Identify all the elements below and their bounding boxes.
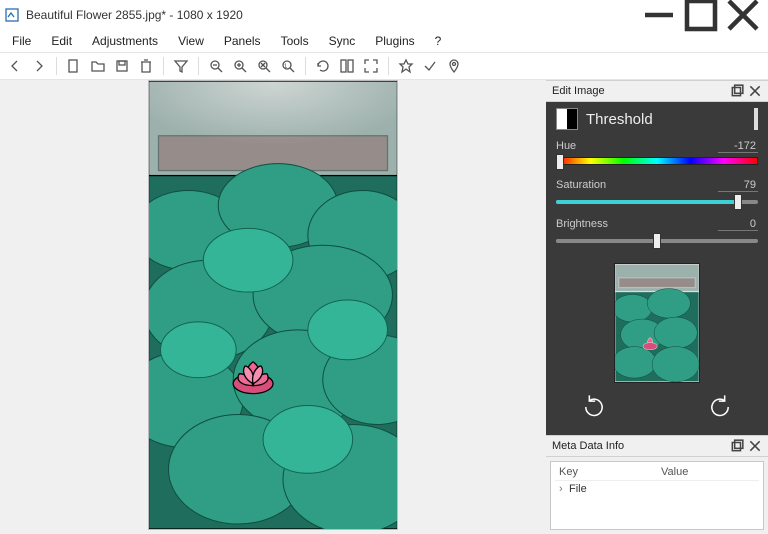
meta-data-panel-header: Meta Data Info <box>546 435 768 457</box>
menu-tools[interactable]: Tools <box>271 32 319 50</box>
meta-data-panel-title: Meta Data Info <box>552 440 726 452</box>
brightness-slider[interactable] <box>556 235 758 249</box>
saturation-control: Saturation 79 <box>556 179 758 210</box>
menu-edit[interactable]: Edit <box>41 32 82 50</box>
zoom-fit-icon[interactable] <box>255 57 273 75</box>
filter-icon[interactable] <box>172 57 190 75</box>
edit-image-panel: Threshold Hue -172 Saturation 79 <box>546 102 768 435</box>
hue-label: Hue <box>556 140 576 153</box>
threshold-icon <box>556 108 578 130</box>
location-pin-icon[interactable] <box>445 57 463 75</box>
refresh-icon[interactable] <box>314 57 332 75</box>
open-folder-icon[interactable] <box>89 57 107 75</box>
save-icon[interactable] <box>113 57 131 75</box>
toolbar: 1 <box>0 52 768 80</box>
menu-sync[interactable]: Sync <box>319 32 366 50</box>
zoom-out-icon[interactable] <box>207 57 225 75</box>
nav-forward-button[interactable] <box>30 57 48 75</box>
maximize-button[interactable] <box>680 1 722 29</box>
canvas-area[interactable] <box>0 80 546 534</box>
rotate-right-button[interactable] <box>706 393 734 421</box>
edit-image-panel-title: Edit Image <box>552 85 726 97</box>
brightness-value[interactable]: 0 <box>718 218 758 231</box>
window-title: Beautiful Flower 2855.jpg* - 1080 x 1920 <box>26 8 638 22</box>
menu-file[interactable]: File <box>2 32 41 50</box>
hue-slider[interactable] <box>556 157 758 171</box>
menu-panels[interactable]: Panels <box>214 32 271 50</box>
panel-undock-icon[interactable] <box>730 84 744 98</box>
menu-help[interactable]: ? <box>425 32 452 50</box>
meta-col-key: Key <box>555 466 657 478</box>
preview-thumbnail <box>614 263 700 383</box>
tag-check-icon[interactable] <box>421 57 439 75</box>
fullscreen-icon[interactable] <box>362 57 380 75</box>
nav-back-button[interactable] <box>6 57 24 75</box>
panel-close-icon[interactable] <box>748 84 762 98</box>
new-file-icon[interactable] <box>65 57 83 75</box>
edited-image <box>148 80 398 530</box>
saturation-label: Saturation <box>556 179 606 192</box>
saturation-slider[interactable] <box>556 196 758 210</box>
hue-control: Hue -172 <box>556 140 758 171</box>
expand-icon[interactable]: › <box>559 483 569 495</box>
close-button[interactable] <box>722 1 764 29</box>
rotate-left-button[interactable] <box>580 393 608 421</box>
meta-col-value: Value <box>657 466 759 478</box>
title-bar: Beautiful Flower 2855.jpg* - 1080 x 1920 <box>0 0 768 30</box>
layout-icon[interactable] <box>338 57 356 75</box>
saturation-value[interactable]: 79 <box>718 179 758 192</box>
rating-icon[interactable] <box>397 57 415 75</box>
menu-adjustments[interactable]: Adjustments <box>82 32 168 50</box>
delete-icon[interactable] <box>137 57 155 75</box>
menu-view[interactable]: View <box>168 32 214 50</box>
app-icon <box>4 7 20 23</box>
right-panel-stack: Edit Image Threshold Hue -172 <box>546 80 768 534</box>
zoom-actual-icon[interactable]: 1 <box>279 57 297 75</box>
brightness-control: Brightness 0 <box>556 218 758 249</box>
meta-row-key: File <box>569 483 587 495</box>
meta-row[interactable]: › File <box>555 481 759 497</box>
menu-plugins[interactable]: Plugins <box>365 32 424 50</box>
zoom-in-icon[interactable] <box>231 57 249 75</box>
meta-data-panel: Key Value › File <box>550 461 764 530</box>
panel-undock-icon[interactable] <box>730 439 744 453</box>
edit-image-panel-header: Edit Image <box>546 80 768 102</box>
panel-options-icon[interactable] <box>754 108 758 130</box>
threshold-title: Threshold <box>586 111 653 128</box>
minimize-button[interactable] <box>638 1 680 29</box>
content-area: Edit Image Threshold Hue -172 <box>0 80 768 534</box>
panel-close-icon[interactable] <box>748 439 762 453</box>
brightness-label: Brightness <box>556 218 608 231</box>
hue-value[interactable]: -172 <box>718 140 758 153</box>
